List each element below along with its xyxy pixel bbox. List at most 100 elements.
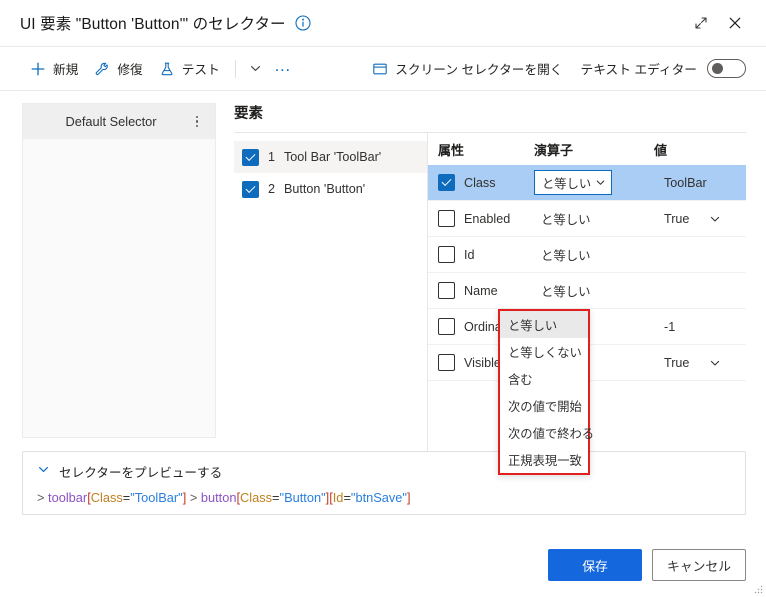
element-checkbox[interactable] — [242, 148, 259, 166]
page-title: UI 要素 "Button 'Button'" のセレクター — [20, 16, 286, 33]
cancel-button[interactable]: キャンセル — [652, 549, 746, 581]
attribute-name-cell: Enabled — [438, 210, 534, 227]
resize-grip[interactable] — [753, 582, 763, 594]
more-options-icon[interactable]: … — [269, 55, 297, 83]
attribute-name: Class — [464, 175, 496, 190]
selector-token-bracket: ] — [182, 490, 187, 505]
attribute-name: Id — [464, 247, 475, 262]
attribute-name-cell: Name — [438, 282, 534, 299]
dialog-footer: 保存 キャンセル — [0, 535, 766, 595]
dropdown-option[interactable]: 次の値で終わる — [500, 419, 594, 446]
attribute-name-cell: Class — [438, 174, 534, 191]
toggle-knob — [712, 63, 723, 74]
title-bar: UI 要素 "Button 'Button'" のセレクター — [0, 0, 766, 47]
element-checkbox[interactable] — [242, 180, 259, 198]
main-content: Default Selector 要素 1 Tool Bar 'ToolBar'… — [0, 91, 766, 475]
value-text: True — [664, 355, 690, 370]
attribute-checkbox[interactable] — [438, 282, 455, 299]
selector-item-label: Default Selector — [65, 114, 157, 129]
value-cell[interactable]: ToolBar — [654, 176, 746, 190]
elements-and-attributes-panel: 要素 1 Tool Bar 'ToolBar' 2 Button 'Button… — [234, 91, 746, 451]
selector-token-value: "Button" — [279, 490, 326, 505]
dropdown-option[interactable]: 含む — [500, 365, 588, 392]
operator-value: と等しい — [542, 176, 592, 191]
operator-value: と等しい — [541, 248, 591, 263]
text-editor-label: テキスト エディター — [580, 63, 697, 77]
kebab-menu-icon[interactable] — [187, 110, 207, 134]
command-bar: 新規 修復 テスト … スクリーン セレクターを開く テキスト エディター — [0, 47, 766, 91]
test-button[interactable]: テスト — [151, 54, 228, 84]
table-row[interactable]: Class と等しい ToolBar — [428, 165, 746, 201]
attribute-name: Name — [464, 283, 498, 298]
selector-token-bracket: ] — [406, 490, 411, 505]
header-value: 値 — [654, 142, 668, 158]
operator-cell[interactable]: と等しい — [534, 210, 654, 228]
value-cell[interactable]: -1 — [654, 320, 746, 334]
table-row[interactable]: Enabled と等しい True — [428, 201, 746, 237]
operator-cell: と等しい — [534, 170, 654, 195]
chevron-down-icon — [709, 357, 721, 369]
dropdown-option[interactable]: 正規表現一致 — [500, 446, 588, 473]
chevron-down-icon[interactable] — [243, 55, 269, 83]
operator-cell[interactable]: と等しい — [534, 246, 654, 264]
text-editor-toggle-group: テキスト エディター — [571, 54, 752, 84]
selector-token-attr: Class — [90, 490, 123, 505]
selector-preview-code: > toolbar[Class="ToolBar"] > button[Clas… — [37, 490, 733, 505]
operator-value: と等しい — [541, 212, 591, 227]
repair-button[interactable]: 修復 — [86, 54, 150, 84]
preview-toggle[interactable]: セレクターをプレビューする — [37, 462, 733, 480]
selector-token-value: "ToolBar" — [130, 490, 183, 505]
attribute-checkbox[interactable] — [438, 174, 455, 191]
test-button-label: テスト — [181, 63, 220, 77]
selector-token-arrow: > — [189, 490, 198, 505]
selector-token-tag: button — [200, 490, 237, 505]
value-cell[interactable]: True — [654, 212, 746, 226]
dropdown-option[interactable]: と等しくない — [500, 338, 588, 365]
repair-button-label: 修復 — [117, 63, 143, 77]
operator-dropdown-list[interactable]: と等しい と等しくない 含む 次の値で開始 次の値で終わる 正規表現一致 — [498, 309, 594, 475]
value-cell[interactable]: True — [654, 356, 746, 370]
new-button[interactable]: 新規 — [22, 54, 86, 84]
header-attribute: 属性 — [438, 142, 465, 158]
close-icon[interactable] — [718, 8, 752, 38]
attribute-checkbox[interactable] — [438, 210, 455, 227]
value-text: ToolBar — [664, 175, 707, 190]
open-screen-selector-label: スクリーン セレクターを開く — [395, 63, 563, 77]
attribute-name-cell: Id — [438, 246, 534, 263]
value-combobox[interactable]: True — [664, 212, 721, 226]
elements-list: 1 Tool Bar 'ToolBar' 2 Button 'Button' — [234, 133, 428, 451]
dropdown-option[interactable]: と等しい — [500, 311, 588, 338]
header-operator: 演算子 — [534, 142, 574, 158]
table-row[interactable]: Name と等しい — [428, 273, 746, 309]
preview-toggle-label: セレクターをプレビューする — [59, 465, 223, 480]
element-index: 2 — [268, 182, 276, 196]
open-screen-selector-button[interactable]: スクリーン セレクターを開く — [364, 54, 570, 84]
attribute-checkbox[interactable] — [438, 246, 455, 263]
panes-row: 1 Tool Bar 'ToolBar' 2 Button 'Button' 属… — [234, 132, 746, 451]
info-icon[interactable] — [295, 15, 311, 31]
element-list-item[interactable]: 1 Tool Bar 'ToolBar' — [234, 141, 427, 173]
chevron-down-icon — [709, 213, 721, 225]
command-divider — [234, 59, 236, 78]
attribute-checkbox[interactable] — [438, 318, 455, 335]
text-editor-toggle[interactable] — [707, 59, 746, 78]
operator-value: と等しい — [541, 284, 591, 299]
new-button-label: 新規 — [53, 63, 79, 77]
element-list-item[interactable]: 2 Button 'Button' — [234, 173, 427, 205]
operator-cell[interactable]: と等しい — [534, 282, 654, 300]
attribute-checkbox[interactable] — [438, 354, 455, 371]
expand-icon[interactable] — [684, 8, 718, 38]
attribute-name: Enabled — [464, 211, 511, 226]
save-button[interactable]: 保存 — [548, 549, 642, 581]
dropdown-option[interactable]: 次の値で開始 — [500, 392, 588, 419]
selector-token-attr: Id — [332, 490, 344, 505]
operator-combobox[interactable]: と等しい — [534, 170, 612, 195]
attribute-name: Visible — [464, 355, 501, 370]
selectors-list-panel: Default Selector — [22, 103, 216, 438]
table-row[interactable]: Id と等しい — [428, 237, 746, 273]
value-combobox[interactable]: True — [664, 356, 721, 370]
selector-token-eq: = — [343, 490, 351, 505]
value-text: -1 — [664, 319, 676, 334]
chevron-down-icon — [37, 463, 50, 479]
selector-list-item[interactable]: Default Selector — [23, 104, 215, 139]
